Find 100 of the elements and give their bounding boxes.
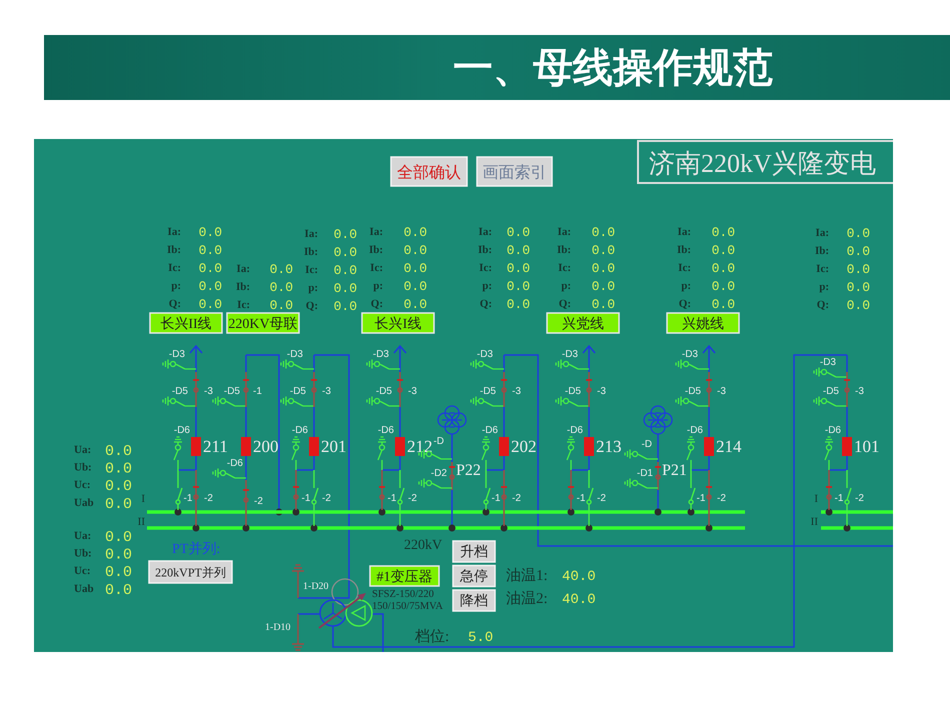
pt-parallel-label: PT并列: — [172, 542, 220, 557]
voltage-level-label: 220kV — [404, 538, 442, 553]
measurement-label: Ic: — [479, 262, 492, 274]
voltage-transformer-icon — [643, 405, 673, 435]
measurement-value: 0.0 — [270, 298, 293, 313]
confirm-all-button[interactable]: 全部确认 — [390, 156, 468, 187]
switch-label: -D3 — [562, 349, 578, 360]
measurement-label: Ib: — [236, 281, 250, 293]
measurement-label: Ic: — [168, 262, 181, 274]
measurement-label: Ia: — [678, 226, 691, 238]
measurement-label: Q: — [678, 298, 691, 310]
line-name-label: 220KV母联 — [226, 312, 300, 334]
switch-label: -D3 — [372, 349, 389, 360]
switch-label: -D6 — [482, 425, 498, 436]
measurement-label: Ib: — [478, 244, 492, 256]
voltage-label: Ua: — [74, 530, 92, 542]
switch-label: -1 — [302, 493, 310, 504]
measurement-value: 0.0 — [846, 280, 870, 295]
switch-label: -D5 — [822, 386, 839, 397]
switch-label: 1-D10 — [265, 622, 291, 633]
measurement-label: Ib: — [556, 244, 571, 256]
measurement-label: Ia: — [558, 226, 571, 238]
voltage-value: 0.0 — [104, 529, 132, 546]
voltage-label: Uc: — [74, 479, 90, 492]
connection-line — [298, 613, 320, 615]
breaker-number: 201 — [321, 437, 346, 456]
measurement-label: Ic: — [816, 263, 829, 275]
voltage-label: Uc: — [74, 565, 90, 578]
switch-label: -D5 — [172, 386, 188, 397]
switch-label: -1 — [696, 493, 706, 504]
switch-label: -D5 — [564, 386, 581, 397]
measurement-value: 0.0 — [712, 279, 735, 294]
voltage-value: 0.0 — [104, 564, 132, 582]
switch-label: -2 — [204, 493, 213, 504]
switch-label: -1 — [388, 493, 396, 504]
measurement-value: 0.0 — [198, 225, 222, 240]
measurement-value: 0.0 — [712, 261, 735, 276]
voltage-label: Ua: — [74, 444, 92, 456]
tap-position-value: 5.0 — [468, 630, 494, 646]
oil-temp-label: 油温1: — [506, 568, 548, 584]
measurement-value: 0.0 — [334, 299, 357, 314]
transformer-model-text: SFSZ-150/220 — [372, 589, 434, 600]
measurement-value: 0.0 — [198, 261, 222, 276]
voltage-label: Uab — [74, 496, 94, 509]
switch-label: -3 — [717, 386, 726, 397]
voltage-value: 0.0 — [104, 460, 132, 478]
breaker-number: 211 — [203, 437, 228, 456]
switch-label: -3 — [204, 386, 213, 397]
switch-label: -2 — [408, 493, 417, 504]
measurement-label: Ib: — [814, 245, 829, 257]
voltage-label: Ub: — [74, 462, 92, 474]
switch-label: -D5 — [376, 386, 392, 397]
voltage-value: 0.0 — [104, 443, 132, 460]
measurement-value: 0.0 — [270, 262, 293, 277]
switch-label: -1 — [834, 493, 844, 504]
measurement-label: Ia: — [304, 228, 318, 240]
pt-label: P21 — [662, 462, 687, 479]
transformer-rating-text: 150/150/75MVA — [372, 601, 443, 612]
measurement-value: 0.0 — [592, 297, 615, 312]
bus-label: II — [138, 516, 145, 528]
voltage-value: 0.0 — [104, 546, 132, 564]
measurement-label: p: — [681, 280, 691, 292]
measurement-value: 0.0 — [404, 225, 427, 240]
measurement-value: 0.0 — [334, 227, 357, 242]
switch-label: -D6 — [226, 458, 243, 469]
switch-label: -D3 — [286, 349, 303, 360]
voltage-value: 0.0 — [104, 478, 132, 496]
switch-label: -1 — [576, 493, 586, 504]
line-name-label: 兴姚线 — [666, 312, 740, 334]
switch-label: -1 — [492, 493, 500, 504]
measurement-label: Ib: — [368, 244, 383, 256]
voltage-label: Uab — [74, 582, 94, 595]
measurement-value: 0.0 — [846, 244, 870, 259]
switch-label: -2 — [717, 493, 726, 504]
ground-switch-icon — [291, 613, 305, 651]
slide-title: 一、母线操作规范 — [453, 46, 773, 90]
measurement-label: Ic: — [678, 262, 691, 274]
measurement-value: 0.0 — [846, 262, 870, 277]
measurement-label: Q: — [480, 298, 492, 310]
switch-label: -1 — [253, 386, 262, 397]
measurement-label: p: — [482, 280, 492, 292]
measurement-value: 0.0 — [592, 225, 615, 240]
bus-bar — [821, 526, 893, 530]
measurement-value: 0.0 — [404, 243, 427, 258]
measurement-value: 0.0 — [846, 226, 870, 241]
switch-label: -D — [433, 436, 444, 447]
measurement-value: 0.0 — [712, 225, 735, 240]
bus-label: II — [810, 516, 818, 528]
pt-parallel-button[interactable]: 220kVPT并列 — [148, 560, 233, 584]
switch-label: -3 — [597, 386, 606, 397]
switch-label: -2 — [597, 493, 606, 504]
measurement-label: p: — [373, 280, 383, 292]
measurement-label: p: — [819, 281, 829, 293]
measurement-value: 0.0 — [506, 297, 530, 312]
switch-label: -D3 — [168, 349, 185, 360]
raise-tap-button[interactable]: 升档 — [452, 540, 496, 563]
measurement-value: 0.0 — [334, 281, 357, 296]
emergency-stop-button[interactable]: 急停 — [452, 564, 496, 588]
lower-tap-button[interactable]: 降档 — [452, 589, 496, 612]
switch-label: -D6 — [686, 425, 703, 436]
